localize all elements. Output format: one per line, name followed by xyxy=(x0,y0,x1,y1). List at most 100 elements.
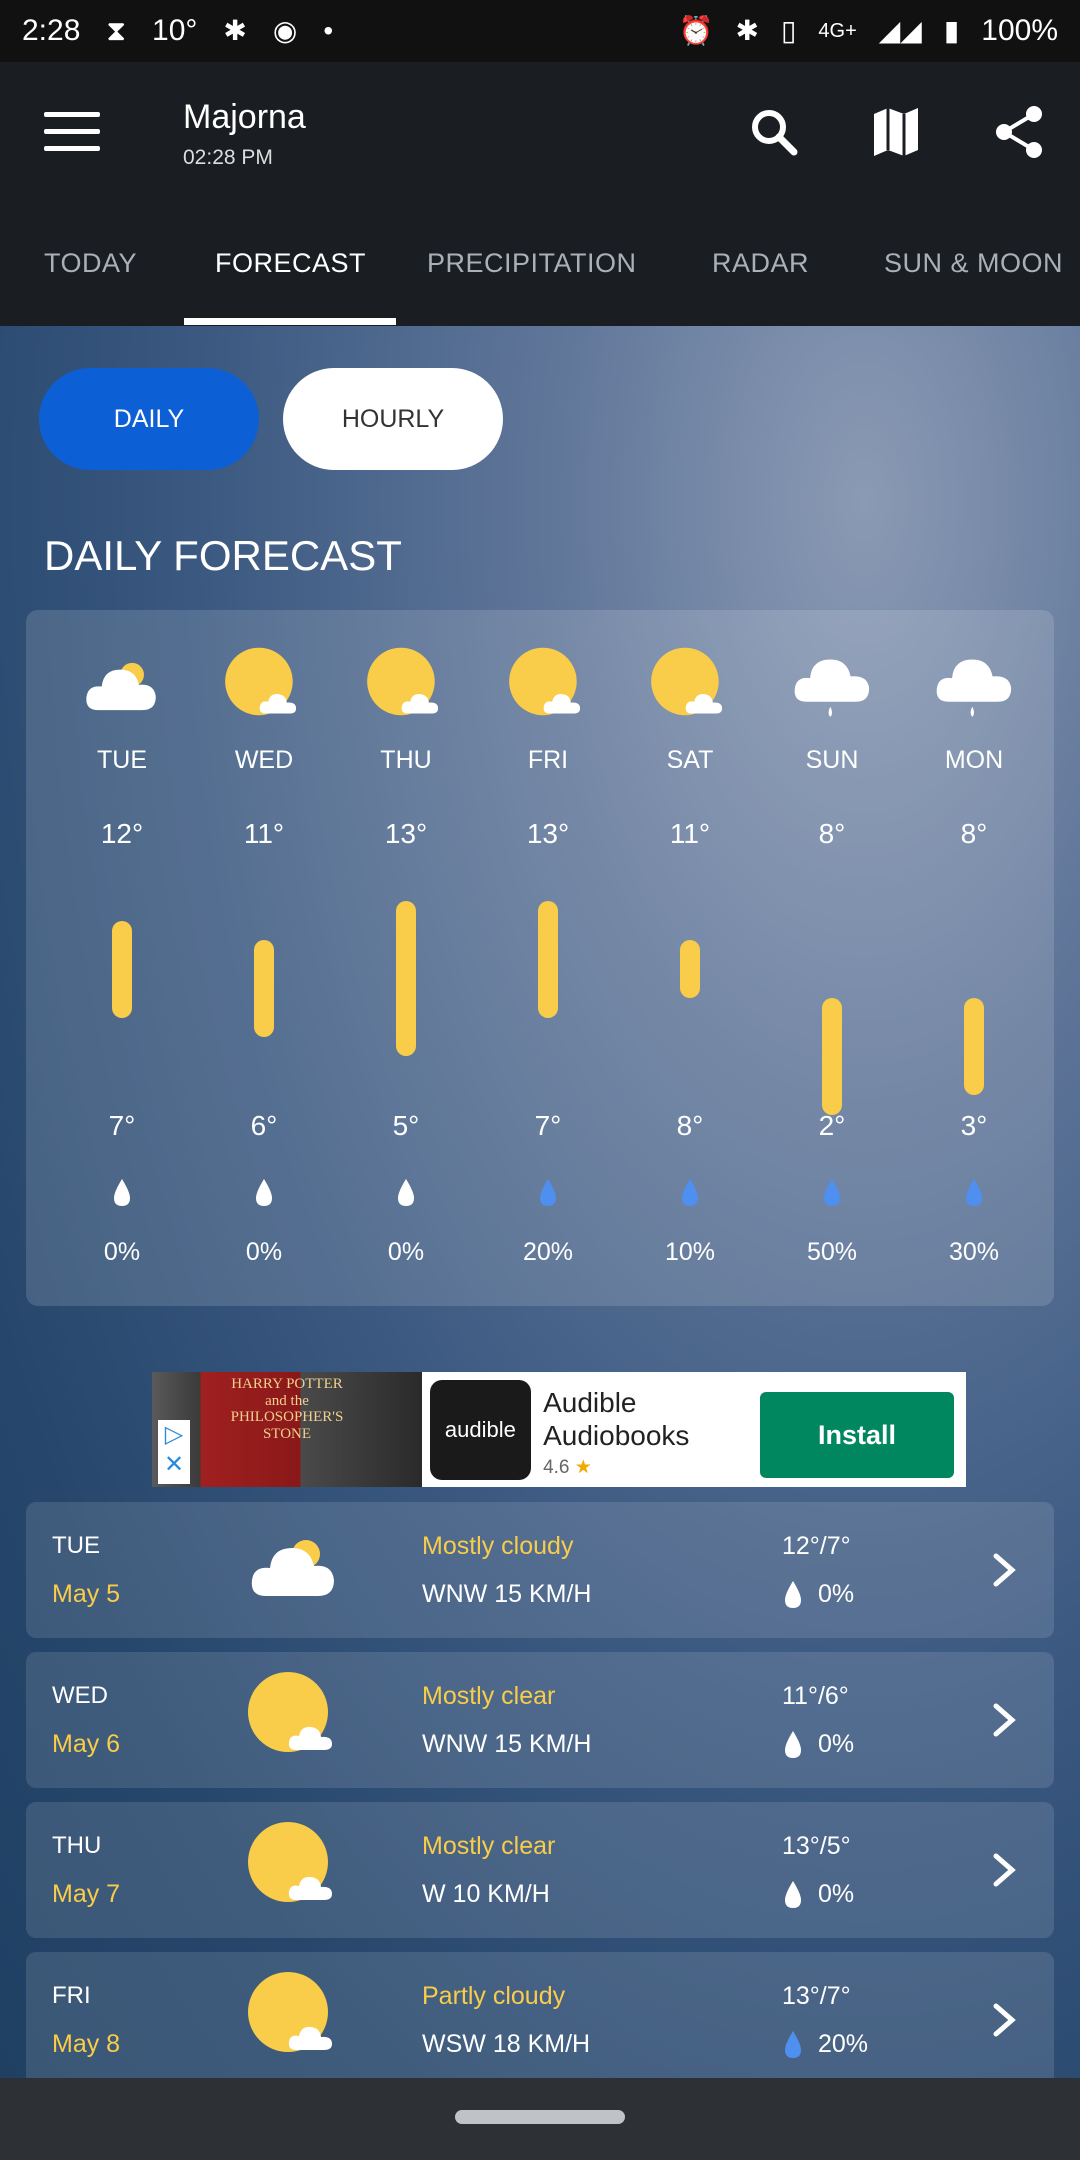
forecast-day-mon[interactable]: MON 8° 3° 30% xyxy=(903,610,1045,1306)
ad-banner[interactable]: HARRY POTTER and the PHILOSOPHER'S STONE… xyxy=(152,1372,966,1487)
menu-icon[interactable] xyxy=(44,112,100,154)
cloudy-icon xyxy=(244,1520,344,1620)
forecast-row[interactable]: WED May 6 Mostly clear WNW 15 KM/H 11°/6° 0% xyxy=(26,1652,1054,1788)
high-temp: 8° xyxy=(818,818,846,849)
forecast-day-fri[interactable]: FRI 13° 7° 20% xyxy=(477,610,619,1306)
ad-rating: 4.6 xyxy=(543,1457,570,1478)
raindrop-icon xyxy=(111,1178,133,1208)
forecast-day-sun[interactable]: SUN 8° 2° 50% xyxy=(761,610,903,1306)
precip-chance: 0% xyxy=(387,1238,425,1266)
battery-percent: 100% xyxy=(981,14,1058,47)
tab-bar: TODAY FORECAST PRECIPITATION RADAR SUN &… xyxy=(0,200,1080,326)
day-label: SAT xyxy=(666,746,714,774)
forecast-day-tue[interactable]: TUE 12° 7° 0% xyxy=(51,610,193,1306)
navigation-bar xyxy=(0,2078,1080,2160)
alarm-icon: ⏰ xyxy=(678,15,714,46)
sun-cloud-icon xyxy=(244,1820,344,1920)
forecast-row[interactable]: TUE May 5 Mostly cloudy WNW 15 KM/H 12°/7° 0% xyxy=(26,1502,1054,1638)
row-precip-chance: 0% xyxy=(818,1880,855,1908)
ad-book-image: HARRY POTTER and the PHILOSOPHER'S STONE… xyxy=(152,1372,422,1487)
home-handle[interactable] xyxy=(455,2110,625,2124)
high-temp: 13° xyxy=(526,818,570,849)
row-day: WED xyxy=(52,1682,108,1709)
low-temp: 6° xyxy=(250,1110,278,1141)
sun-cloud-icon xyxy=(503,646,593,722)
row-temps: 13°/7° xyxy=(782,1982,851,2010)
daily-toggle[interactable]: DAILY xyxy=(39,368,259,470)
bluetooth-battery-icon: ✱ xyxy=(223,15,247,46)
map-icon[interactable] xyxy=(866,102,926,162)
star-icon: ★ xyxy=(574,1457,592,1478)
low-temp: 2° xyxy=(818,1110,846,1141)
chevron-right-icon[interactable] xyxy=(986,1548,1022,1592)
raindrop-icon xyxy=(537,1178,559,1208)
raindrop-icon xyxy=(782,1880,804,1910)
temp-range-bar xyxy=(680,940,700,999)
search-icon[interactable] xyxy=(744,102,804,162)
chevron-right-icon[interactable] xyxy=(986,1998,1022,2042)
cloudy-icon xyxy=(77,646,167,722)
sun-cloud-icon xyxy=(244,1970,344,2070)
ad-app-name: Audible Audiobooks xyxy=(543,1387,690,1451)
temp-range-bar xyxy=(112,920,132,1018)
temp-range-bar xyxy=(822,998,842,1115)
day-label: SUN xyxy=(805,746,859,774)
precip-chance: 0% xyxy=(103,1238,141,1266)
ad-choices-icon[interactable]: ▷ ✕ xyxy=(158,1420,190,1484)
hourly-toggle[interactable]: HOURLY xyxy=(283,368,503,470)
sync-icon: ◉ xyxy=(272,15,298,46)
raindrop-icon xyxy=(782,1730,804,1760)
forecast-row[interactable]: THU May 7 Mostly clear W 10 KM/H 13°/5° 0% xyxy=(26,1802,1054,1938)
tab-forecast[interactable]: FORECAST xyxy=(215,248,366,279)
sun-cloud-icon xyxy=(645,646,735,722)
row-day: FRI xyxy=(52,1982,91,2009)
raindrop-icon xyxy=(395,1178,417,1208)
audible-logo: audible xyxy=(429,1380,532,1480)
temp-range-bar xyxy=(254,940,274,1038)
day-label: THU xyxy=(380,746,432,774)
precip-chance: 10% xyxy=(664,1238,716,1266)
low-temp: 3° xyxy=(960,1110,988,1141)
row-precip-chance: 0% xyxy=(818,1580,855,1608)
sun-cloud-icon xyxy=(219,646,309,722)
temp-range-bar xyxy=(396,901,416,1057)
day-label: FRI xyxy=(527,746,569,774)
tab-sun-moon[interactable]: SUN & MOON xyxy=(884,248,1063,279)
chevron-right-icon[interactable] xyxy=(986,1698,1022,1742)
forecast-day-sat[interactable]: SAT 11° 8° 10% xyxy=(619,610,761,1306)
chevron-right-icon[interactable] xyxy=(986,1848,1022,1892)
high-temp: 13° xyxy=(384,818,428,849)
section-title: DAILY FORECAST xyxy=(44,532,402,579)
raindrop-icon xyxy=(821,1178,843,1208)
row-precip-chance: 20% xyxy=(818,2030,869,2058)
row-date: May 7 xyxy=(52,1880,121,1908)
tab-radar[interactable]: RADAR xyxy=(712,248,809,279)
high-temp: 8° xyxy=(960,818,988,849)
tab-indicator xyxy=(184,318,396,325)
forecast-day-thu[interactable]: THU 13° 5° 0% xyxy=(335,610,477,1306)
row-condition: Partly cloudy xyxy=(422,1982,566,2010)
high-temp: 11° xyxy=(669,818,711,849)
low-temp: 7° xyxy=(534,1110,562,1141)
row-temps: 11°/6° xyxy=(782,1682,849,1710)
share-icon[interactable] xyxy=(990,102,1050,162)
forecast-day-wed[interactable]: WED 11° 6° 0% xyxy=(193,610,335,1306)
location-title: Majorna xyxy=(183,98,306,136)
sun-cloud-icon xyxy=(361,646,451,722)
precip-chance: 50% xyxy=(806,1238,858,1266)
tab-today[interactable]: TODAY xyxy=(44,248,137,279)
bluetooth-icon: ✱ xyxy=(735,15,759,46)
precip-chance: 30% xyxy=(948,1238,1000,1266)
forecast-row[interactable]: FRI May 8 Partly cloudy WSW 18 KM/H 13°/7° 20… xyxy=(26,1952,1054,2088)
day-label: MON xyxy=(944,746,1004,774)
signal-icon: ◢◢ xyxy=(878,15,922,46)
row-precip-chance: 0% xyxy=(818,1730,855,1758)
high-temp: 12° xyxy=(100,818,144,849)
location-time: 02:28 PM xyxy=(183,146,273,169)
dot-icon: • xyxy=(323,15,334,46)
row-wind: WSW 18 KM/H xyxy=(422,2030,591,2058)
row-day: TUE xyxy=(52,1532,100,1559)
raindrop-icon xyxy=(963,1178,985,1208)
tab-precipitation[interactable]: PRECIPITATION xyxy=(427,248,637,279)
install-button[interactable]: Install xyxy=(760,1392,954,1478)
